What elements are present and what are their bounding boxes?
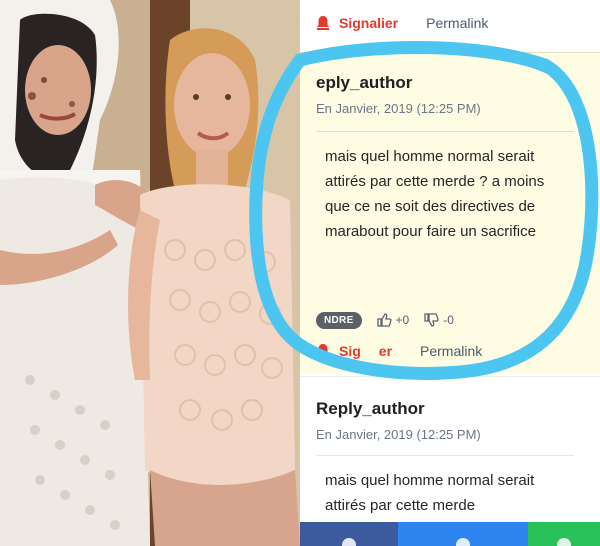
- photo-two-women: [0, 0, 300, 546]
- facebook-share-button[interactable]: [300, 522, 398, 546]
- whatsapp-share-button[interactable]: [528, 522, 600, 546]
- whatsapp-icon: [557, 538, 571, 546]
- comment-divider: [316, 455, 574, 456]
- comment-author[interactable]: eply_author: [316, 73, 412, 93]
- permalink-link[interactable]: Permalink: [426, 15, 488, 31]
- comment-date: En Janvier, 2019 (12:25 PM): [316, 101, 481, 116]
- report-link[interactable]: Signalier: [339, 15, 398, 31]
- messenger-share-button[interactable]: [398, 522, 528, 546]
- permalink-link[interactable]: Permalink: [420, 343, 482, 359]
- upvote-count: +0: [395, 313, 410, 327]
- bell-icon: [317, 16, 329, 30]
- thumbs-down-icon[interactable]: [423, 312, 439, 328]
- share-bar: [300, 522, 600, 546]
- photo-panel: [0, 0, 300, 546]
- comment-card: Reply_author En Janvier, 2019 (12:25 PM)…: [300, 376, 600, 546]
- downvote-count: -0: [443, 313, 454, 327]
- comment-actions: Sig er Permalink: [316, 341, 482, 361]
- reply-button[interactable]: NDRE: [316, 311, 362, 329]
- messenger-icon: [456, 538, 470, 546]
- comment-card-highlighted: eply_author En Janvier, 2019 (12:25 PM) …: [300, 52, 600, 373]
- report-link[interactable]: Sig er: [339, 343, 392, 359]
- comment-body: mais quel homme normal serait attirés pa…: [325, 472, 535, 514]
- thumbs-up-icon[interactable]: [376, 312, 392, 328]
- comment-body: mais quel homme normal serait attirés pa…: [325, 148, 545, 240]
- comment-divider: [316, 131, 574, 132]
- comments-panel: Signalier Permalink eply_author En Janvi…: [300, 0, 600, 546]
- comment-author[interactable]: Reply_author: [316, 399, 425, 419]
- facebook-icon: [342, 538, 356, 546]
- bell-icon: [317, 344, 329, 358]
- previous-comment-actions: Signalier Permalink: [316, 13, 488, 33]
- comment-date: En Janvier, 2019 (12:25 PM): [316, 427, 481, 442]
- vote-row: NDRE +0 -0: [316, 309, 454, 331]
